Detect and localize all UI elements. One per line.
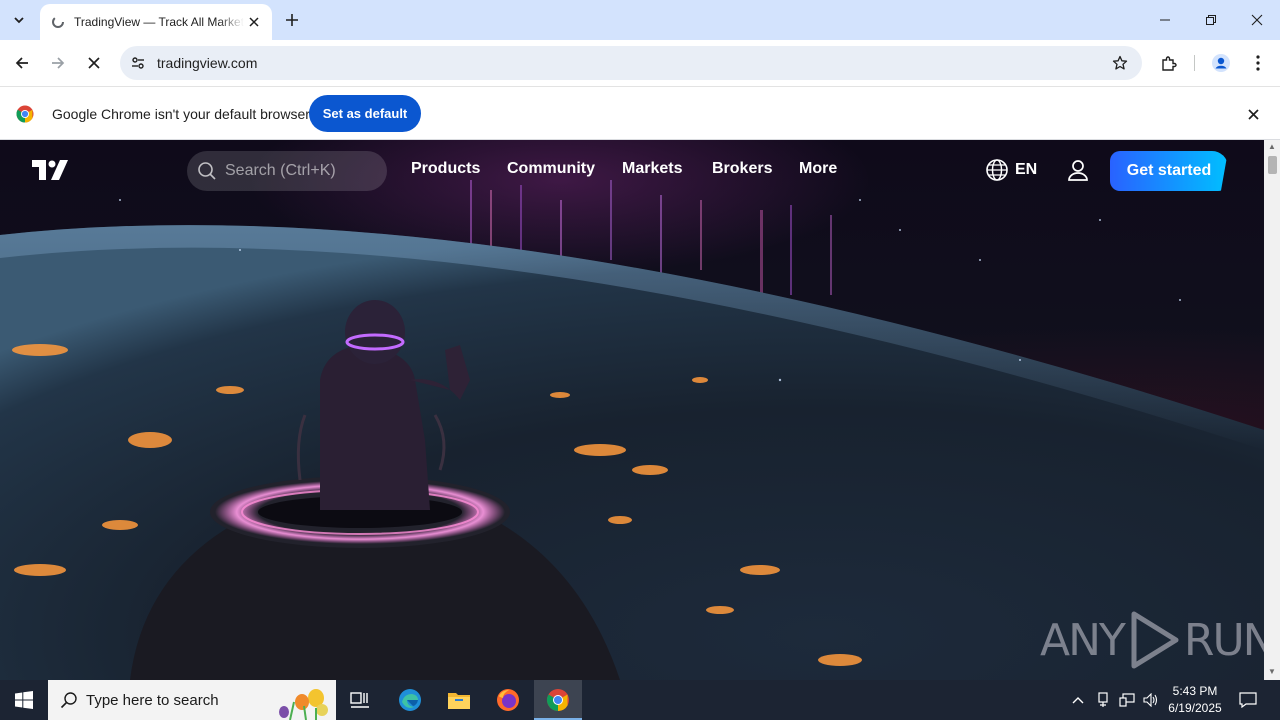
infobar-message: Google Chrome isn't your default browser: [52, 106, 310, 122]
close-icon[interactable]: [246, 14, 262, 30]
profile-button[interactable]: [1207, 49, 1235, 77]
firefox-icon[interactable]: [484, 680, 532, 720]
watermark-right: RUN: [1183, 614, 1264, 666]
scrollbar-thumb[interactable]: [1268, 156, 1277, 174]
kebab-menu-icon: [1256, 55, 1260, 71]
stop-icon: [88, 57, 100, 69]
minimize-icon: [1160, 19, 1170, 21]
nav-markets[interactable]: Markets: [622, 160, 682, 178]
nav-products[interactable]: Products: [411, 160, 480, 178]
plus-icon: [286, 14, 298, 26]
url-text: tradingview.com: [157, 55, 258, 71]
edge-icon[interactable]: [386, 680, 434, 720]
nav-more[interactable]: More: [799, 160, 837, 178]
language-label: EN: [1015, 161, 1038, 178]
windows-start-icon[interactable]: [0, 680, 48, 720]
system-clock[interactable]: 5:43 PM 6/19/2025: [1160, 683, 1230, 717]
extensions-button[interactable]: [1155, 49, 1183, 77]
minimize-button[interactable]: [1142, 0, 1188, 40]
tab-search-button[interactable]: [6, 7, 32, 33]
notification-icon[interactable]: [1234, 680, 1262, 720]
address-bar[interactable]: tradingview.com: [120, 46, 1142, 80]
language-selector[interactable]: EN: [985, 158, 1037, 182]
close-icon: [1251, 14, 1263, 26]
set-as-default-button[interactable]: Set as default: [309, 95, 421, 132]
toolbar-separator: [1194, 55, 1195, 71]
chrome-logo-icon: [16, 105, 34, 123]
clock-time: 5:43 PM: [1172, 684, 1218, 698]
back-icon: [15, 57, 28, 69]
search-icon: [198, 162, 216, 180]
scroll-up-arrow[interactable]: ▲: [1268, 143, 1276, 151]
globe-icon: [986, 159, 1008, 181]
tab-strip: TradingView — Track All Markets: [0, 0, 1280, 40]
browser-toolbar: tradingview.com: [0, 40, 1280, 86]
tray-chevron-icon[interactable]: [1068, 680, 1088, 720]
search-placeholder: Search (Ctrl+K): [225, 162, 336, 179]
browser-tab[interactable]: TradingView — Track All Markets: [40, 4, 272, 40]
clock-date: 6/19/2025: [1168, 701, 1222, 715]
site-info-icon[interactable]: [124, 49, 152, 77]
file-explorer-icon[interactable]: [435, 680, 483, 720]
get-started-button[interactable]: Get started: [1110, 151, 1228, 191]
taskbar-search-placeholder: Type here to search: [86, 691, 219, 709]
taskbar: Type here to search 5:43 PM 6/19/2025: [0, 680, 1280, 720]
page-viewport: Search (Ctrl+K) Products Community Marke…: [0, 140, 1264, 680]
loading-favicon-icon: [50, 14, 66, 30]
flowers-decoration-icon: [279, 689, 328, 720]
network-icon[interactable]: [1116, 680, 1138, 720]
tradingview-logo[interactable]: [32, 160, 68, 180]
default-browser-infobar: Google Chrome isn't your default browser…: [0, 86, 1280, 140]
star-icon[interactable]: [1110, 53, 1130, 73]
new-tab-button[interactable]: [280, 8, 304, 32]
search-icon: [60, 692, 77, 709]
chrome-icon[interactable]: [534, 680, 582, 720]
scroll-down-arrow[interactable]: ▼: [1268, 668, 1276, 676]
chrome-menu-button[interactable]: [1244, 49, 1272, 77]
volume-icon[interactable]: [1140, 680, 1162, 720]
close-icon[interactable]: [1244, 105, 1262, 123]
stop-button[interactable]: [80, 49, 108, 77]
page-scrollbar[interactable]: ▲ ▼: [1264, 140, 1280, 680]
hero-image: [0, 180, 1264, 680]
taskbar-search-box[interactable]: Type here to search: [48, 680, 336, 720]
site-search-input[interactable]: Search (Ctrl+K): [187, 151, 387, 191]
close-window-button[interactable]: [1234, 0, 1280, 40]
user-icon[interactable]: [1066, 158, 1090, 182]
play-logo-icon: [1131, 611, 1179, 669]
forward-icon: [52, 57, 65, 69]
forward-button[interactable]: [44, 49, 72, 77]
extensions-icon: [1162, 56, 1177, 71]
tab-title: TradingView — Track All Markets: [74, 15, 244, 29]
nav-brokers[interactable]: Brokers: [712, 160, 772, 178]
restore-button[interactable]: [1188, 0, 1234, 40]
anyrun-watermark: ANY RUN: [1040, 610, 1264, 670]
nav-community[interactable]: Community: [507, 160, 595, 178]
task-view-icon[interactable]: [336, 680, 384, 720]
usb-device-icon[interactable]: [1092, 680, 1114, 720]
back-button[interactable]: [8, 49, 36, 77]
profile-icon: [1212, 54, 1230, 72]
watermark-left: ANY: [1040, 614, 1126, 666]
restore-icon: [1206, 15, 1216, 25]
chevron-down-icon: [14, 17, 24, 24]
